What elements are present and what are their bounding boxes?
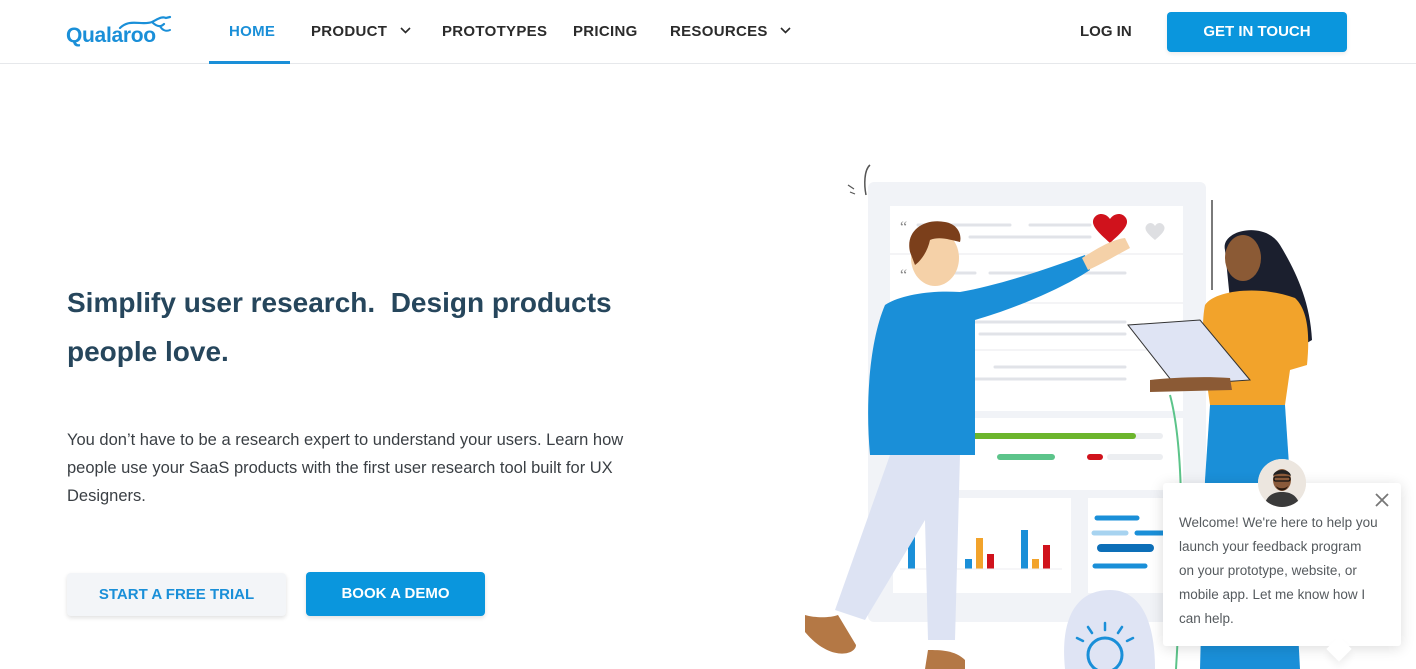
close-icon[interactable]: [1373, 491, 1391, 509]
chat-popup: Welcome! We're here to help you launch y…: [1163, 483, 1401, 646]
nav-prototypes-label: PROTOTYPES: [442, 23, 548, 40]
book-demo-button[interactable]: BOOK A DEMO: [306, 572, 485, 616]
nav-home[interactable]: HOME: [229, 0, 275, 64]
nav-product[interactable]: PRODUCT: [311, 0, 411, 64]
quote-icon: “: [900, 267, 907, 284]
qualaroo-logo[interactable]: Qualaroo: [66, 14, 176, 50]
kangaroo-icon: [118, 15, 172, 32]
nav-product-label: PRODUCT: [311, 23, 388, 40]
chevron-down-icon: [400, 27, 411, 34]
start-free-trial-button[interactable]: START A FREE TRIAL: [67, 573, 286, 616]
login-link[interactable]: LOG IN: [1080, 0, 1132, 64]
quote-icon: “: [900, 219, 907, 236]
hero-description: You don’t have to be a research expert t…: [67, 431, 624, 505]
nav-resources-label: RESOURCES: [670, 23, 768, 40]
avatar-person-icon: [1258, 459, 1306, 507]
hero-title-line-2: people love.: [67, 336, 229, 367]
nav-resources[interactable]: RESOURCES: [670, 0, 791, 64]
nav-pricing[interactable]: PRICING: [573, 0, 638, 64]
nav-prototypes[interactable]: PROTOTYPES: [442, 0, 547, 64]
hero-title: Simplify user research. Design products …: [67, 278, 667, 376]
chat-message: Welcome! We're here to help you launch y…: [1179, 515, 1378, 626]
active-nav-indicator: [209, 61, 290, 64]
site-header: Qualaroo HOME PRODUCT PROTOTYPES PRICING…: [0, 0, 1416, 64]
nav-home-label: HOME: [229, 23, 276, 40]
chevron-down-icon: [780, 27, 791, 34]
hero-title-line-1: Simplify user research. Design products: [67, 287, 612, 318]
nav-pricing-label: PRICING: [573, 23, 638, 40]
agent-avatar[interactable]: [1258, 459, 1306, 507]
get-in-touch-button[interactable]: GET IN TOUCH: [1167, 12, 1347, 52]
